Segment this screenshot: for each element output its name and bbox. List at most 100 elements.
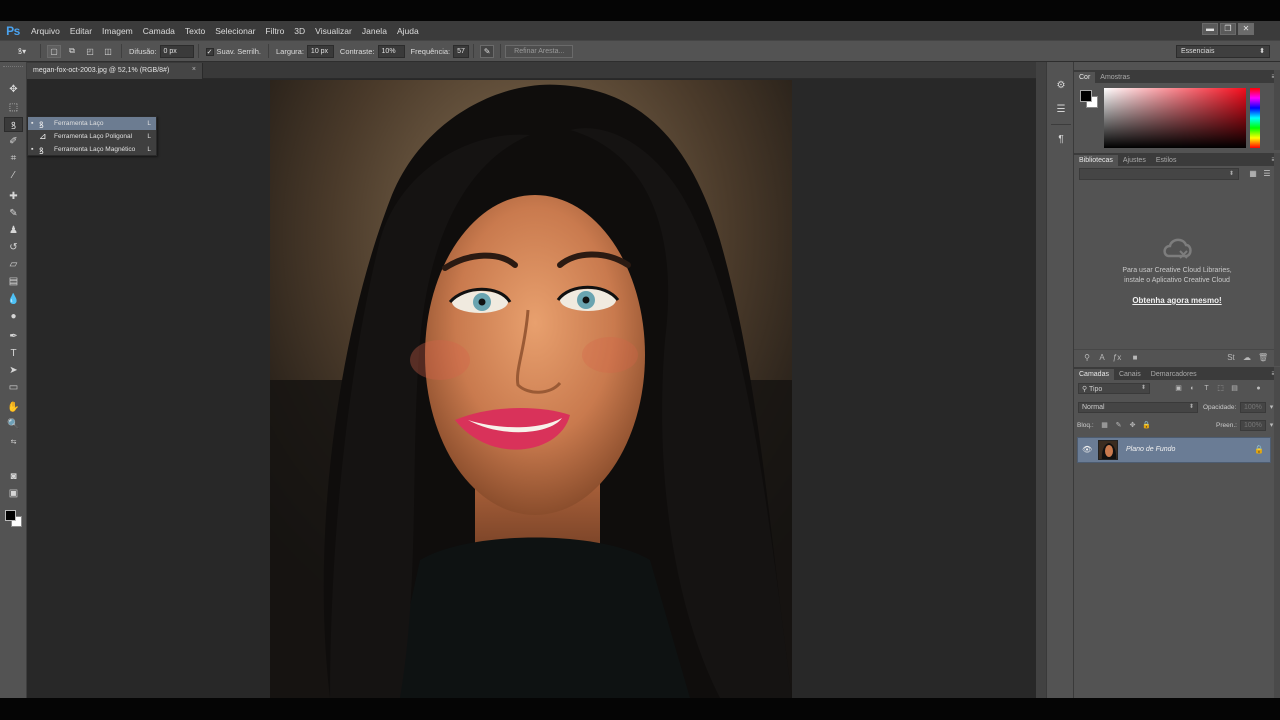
quick-mask-icon[interactable]: ◙ (4, 469, 23, 484)
restore-button[interactable]: ❐ (1220, 23, 1236, 35)
trash-icon[interactable]: 🗑 (1258, 353, 1268, 363)
lock-image-icon[interactable]: ✎ (1114, 421, 1123, 430)
screen-mode-icon[interactable]: ▣ (4, 486, 23, 501)
lock-all-icon[interactable]: 🔒 (1142, 421, 1151, 430)
feather-input[interactable]: 0 px (159, 44, 194, 58)
panel-grip[interactable] (3, 66, 23, 69)
zoom-tool-icon[interactable]: 🔍 (4, 417, 23, 432)
tab-estilos[interactable]: Estilos (1151, 155, 1182, 166)
tab-demarcadores[interactable]: Demarcadores (1146, 369, 1202, 380)
tool-preset-picker[interactable]: ꝸ▾ (10, 45, 34, 58)
crop-tool-icon[interactable]: ⌗ (4, 151, 23, 166)
filter-type-icon[interactable]: T (1202, 384, 1211, 393)
document-image[interactable] (270, 80, 792, 698)
hue-slider[interactable] (1250, 88, 1260, 148)
clone-stamp-tool-icon[interactable]: ♟ (4, 223, 23, 238)
eyedropper-tool-icon[interactable]: ⁄ (4, 168, 23, 183)
layer-name[interactable]: Plano de Fundo (1126, 446, 1175, 453)
anti-alias-option[interactable]: ✓ Suav. Serrilh. (205, 47, 261, 56)
new-selection-button[interactable]: ▢ (47, 44, 61, 58)
color-spectrum[interactable] (1104, 88, 1246, 148)
lock-position-icon[interactable]: ✥ (1128, 421, 1137, 430)
add-selection-button[interactable]: ⧉ (65, 45, 79, 58)
tab-bibliotecas[interactable]: Bibliotecas (1074, 155, 1118, 166)
blend-mode-select[interactable]: Normal ⬍ (1078, 402, 1198, 413)
eraser-tool-icon[interactable]: ▱ (4, 257, 23, 272)
frequency-input[interactable]: 57 (453, 44, 470, 58)
fill-input[interactable]: 100% (1240, 420, 1266, 431)
default-colors-icon[interactable]: ⇆ (4, 434, 23, 449)
add-graphic-icon[interactable]: ■ (1130, 353, 1140, 363)
width-input[interactable]: 10 px (306, 44, 334, 58)
scrollbar[interactable] (1274, 153, 1280, 366)
eye-icon[interactable]: 👁 (1082, 445, 1092, 454)
filter-shape-icon[interactable]: ⬚ (1216, 384, 1225, 393)
grid-view-icon[interactable]: ▦ (1248, 169, 1258, 179)
workspace-select[interactable]: Essenciais ⬍ (1176, 45, 1270, 58)
filter-smart-object-icon[interactable]: ▤ (1230, 384, 1239, 393)
menu-texto[interactable]: Texto (180, 26, 210, 36)
menu-visualizar[interactable]: Visualizar (310, 26, 357, 36)
foreground-color-swatch[interactable] (5, 510, 16, 521)
document-tab[interactable]: megan-fox-oct-2003.jpg @ 52,1% (RGB/8#) … (27, 63, 203, 79)
type-tool-icon[interactable]: T (4, 346, 23, 361)
blur-tool-icon[interactable]: 💧 (4, 292, 23, 307)
stock-icon[interactable]: St (1226, 353, 1236, 363)
filter-pixel-icon[interactable]: ▣ (1174, 384, 1183, 393)
menu-selecionar[interactable]: Selecionar (210, 26, 260, 36)
paragraph-panel-icon[interactable]: ¶ (1053, 132, 1069, 148)
menu-janela[interactable]: Janela (357, 26, 392, 36)
refine-edge-button[interactable]: Refinar Aresta... (505, 44, 574, 58)
library-select[interactable]: ⬍ (1079, 168, 1239, 180)
menu-ajuda[interactable]: Ajuda (392, 26, 424, 36)
anti-alias-checkbox[interactable]: ✓ (205, 47, 214, 56)
contrast-input[interactable]: 10% (377, 44, 405, 58)
path-selection-tool-icon[interactable]: ➤ (4, 363, 23, 378)
get-creative-cloud-link[interactable]: Obtenha agora mesmo! (1094, 296, 1260, 305)
panel-divider[interactable] (1036, 62, 1046, 698)
flyout-item-polygonal-lasso[interactable]: ⊿ Ferramenta Laço Poligonal L (28, 130, 156, 143)
pen-tool-icon[interactable]: ✒ (4, 329, 23, 344)
layer-filter-select[interactable]: ⚲ Tipo ⬍ (1078, 383, 1150, 394)
opacity-input[interactable]: 100% (1240, 402, 1266, 413)
quick-selection-tool-icon[interactable]: ✐ (4, 134, 23, 149)
properties-panel-icon[interactable]: ☰ (1053, 102, 1069, 118)
shape-tool-icon[interactable]: ▭ (4, 380, 23, 395)
minimize-button[interactable]: ▬ (1202, 23, 1218, 35)
marquee-tool-icon[interactable]: ⬚ (4, 100, 23, 115)
list-view-icon[interactable]: ☰ (1262, 169, 1272, 179)
filter-adjustment-icon[interactable]: ◐ (1188, 384, 1197, 393)
history-brush-tool-icon[interactable]: ↺ (4, 240, 23, 255)
menu-filtro[interactable]: Filtro (260, 26, 289, 36)
scrollbar[interactable] (1274, 70, 1280, 150)
tab-ajustes[interactable]: Ajustes (1118, 155, 1151, 166)
scrollbar[interactable] (1274, 367, 1280, 698)
menu-imagem[interactable]: Imagem (97, 26, 138, 36)
add-color-icon[interactable]: ⚲ (1082, 353, 1092, 363)
gradient-tool-icon[interactable]: ▤ (4, 274, 23, 289)
intersect-selection-button[interactable]: ◫ (101, 45, 115, 58)
hand-tool-icon[interactable]: ✋ (4, 400, 23, 415)
tab-camadas[interactable]: Camadas (1074, 369, 1114, 380)
layer-row[interactable]: 👁 Plano de Fundo 🔒 (1077, 437, 1271, 463)
menu-arquivo[interactable]: Arquivo (26, 26, 65, 36)
brush-tool-icon[interactable]: ✎ (4, 206, 23, 221)
tab-cor[interactable]: Cor (1074, 72, 1096, 83)
history-panel-icon[interactable]: ⚙ (1053, 78, 1069, 94)
flyout-item-magnetic-lasso[interactable]: ▪ ꝸ Ferramenta Laço Magnético L (28, 143, 156, 156)
move-tool-icon[interactable]: ✥ (4, 82, 23, 97)
healing-brush-tool-icon[interactable]: ✚ (4, 189, 23, 204)
lock-transparent-icon[interactable]: ▦ (1100, 421, 1109, 430)
menu-3d[interactable]: 3D (289, 26, 310, 36)
menu-camada[interactable]: Camada (138, 26, 180, 36)
foreground-color-swatch[interactable] (1080, 90, 1092, 102)
subtract-selection-button[interactable]: ◰ (83, 45, 97, 58)
add-layer-style-icon[interactable]: ƒx (1112, 353, 1122, 363)
sync-icon[interactable]: ☁ (1242, 353, 1252, 363)
close-icon[interactable]: × (192, 66, 196, 73)
add-character-style-icon[interactable]: A (1097, 353, 1107, 363)
menu-editar[interactable]: Editar (65, 26, 97, 36)
lasso-tool-icon[interactable]: ꝸ (4, 117, 23, 132)
close-button[interactable]: ✕ (1238, 23, 1254, 35)
tab-amostras[interactable]: Amostras (1095, 72, 1135, 83)
